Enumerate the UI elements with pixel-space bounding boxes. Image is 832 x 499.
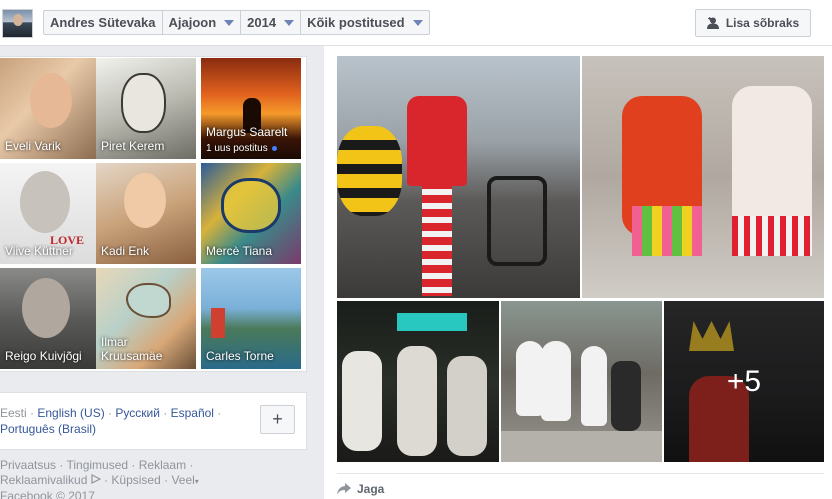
language-link-spanish[interactable]: Español: [171, 406, 214, 420]
profile-avatar[interactable]: [2, 9, 33, 38]
language-link-portuguese[interactable]: Português (Brasil): [0, 422, 96, 436]
friend-photo: [30, 73, 72, 128]
add-friend-button[interactable]: Lisa sõbraks: [695, 9, 811, 37]
friend-tile[interactable]: LOVE Viive Küttner: [0, 163, 100, 264]
add-friend-label: Lisa sõbraks: [725, 16, 800, 30]
post-photo[interactable]: [582, 56, 824, 298]
footer-copyright: Facebook © 2017: [0, 489, 95, 499]
crumb-label: Kõik postitused: [307, 15, 405, 30]
friend-photo: [121, 73, 166, 133]
friend-name: Reigo Kuivjõgi: [5, 349, 82, 363]
photo-figure-costume: [581, 346, 607, 426]
chevron-down-icon: [224, 19, 235, 26]
photo-sign-light: [397, 313, 467, 331]
current-language: Eesti: [0, 406, 27, 420]
photo-figure-astronaut: [397, 346, 437, 456]
ad-choices-icon: [91, 474, 102, 484]
friend-name: Carles Torne: [206, 349, 274, 363]
footer-links: Privaatsus · Tingimused · Reklaam · Rekl…: [0, 458, 310, 499]
photo-steps: [501, 431, 662, 462]
language-selector: Eesti · English (US) · Русский · Español…: [0, 392, 307, 450]
photo-figure-person: [611, 361, 641, 431]
crumb-posts-filter[interactable]: Kõik postitused: [301, 11, 429, 34]
photo-stroller: [487, 176, 547, 266]
friend-name: Ilmar: [101, 335, 128, 349]
friend-tile[interactable]: Reigo Kuivjõgi: [0, 268, 100, 369]
photo-figure-costume: [516, 341, 544, 416]
photo-figure-skirt: [632, 206, 702, 256]
chevron-down-icon: [412, 19, 423, 26]
friend-photo: [22, 278, 70, 338]
crumb-year[interactable]: 2014: [241, 11, 302, 34]
friend-tile[interactable]: Piret Kerem: [96, 58, 196, 159]
profile-header-bar: Andres Sütevaka Ajajoon 2014 Kõik postit…: [0, 0, 832, 46]
new-post-dot-icon: [271, 145, 277, 151]
friend-tile[interactable]: Ilmar Kruusamäe: [96, 268, 196, 369]
photo-figure-costume: [407, 96, 467, 186]
footer-link-ad-choices[interactable]: Reklaamivalikud: [0, 473, 87, 487]
more-languages-button[interactable]: +: [260, 405, 295, 434]
friend-photo: [211, 308, 225, 338]
footer-link-advertising[interactable]: Reklaam: [139, 458, 186, 472]
language-list: Eesti · English (US) · Русский · Español…: [0, 406, 222, 436]
friend-name: Viive Küttner: [5, 244, 73, 258]
friend-name-line2: Kruusamäe: [101, 349, 163, 363]
share-label: Jaga: [357, 482, 385, 496]
friends-grid: Eveli Varik Piret Kerem Margus Saarelt 1…: [0, 56, 307, 372]
new-posts-label: 1 uus postitus: [206, 143, 268, 154]
friend-name: Mercè Tiana: [206, 244, 273, 258]
footer-link-more[interactable]: Veel: [171, 473, 194, 487]
friend-tile[interactable]: Mercè Tiana: [201, 163, 301, 264]
photo-figure-astronaut: [447, 356, 487, 456]
friend-photo: [221, 178, 281, 233]
photo-bee-costume: [337, 126, 402, 216]
photo-figure-skirt: [732, 216, 812, 256]
post-photo-more[interactable]: +5: [664, 301, 824, 462]
post-actions: Jaga: [337, 473, 824, 499]
more-photos-overlay: +5: [664, 301, 824, 462]
photo-figure-astronaut: [342, 351, 382, 451]
footer-link-terms[interactable]: Tingimused: [66, 458, 128, 472]
friend-name: Eveli Varik: [5, 139, 61, 153]
language-link-english[interactable]: English (US): [37, 406, 104, 420]
friend-tile[interactable]: Carles Torne: [201, 268, 301, 369]
crumb-timeline[interactable]: Ajajoon: [163, 11, 242, 34]
share-arrow-icon: [337, 483, 351, 495]
photo-figure-costume: [541, 341, 571, 421]
footer-link-cookies[interactable]: Küpsised: [111, 473, 160, 487]
friend-name: Piret Kerem: [101, 139, 165, 153]
chevron-down-icon: ▾: [194, 477, 199, 486]
add-friend-icon: [706, 17, 719, 29]
breadcrumb: Andres Sütevaka Ajajoon 2014 Kõik postit…: [43, 10, 430, 35]
more-photos-count: +5: [726, 364, 762, 398]
friend-tile[interactable]: Margus Saarelt 1 uus postitus: [201, 58, 301, 159]
share-button[interactable]: Jaga: [337, 482, 384, 496]
friend-photo: [124, 173, 166, 228]
crumb-label: Andres Sütevaka: [50, 15, 156, 30]
post-photo[interactable]: [501, 301, 662, 462]
friend-photo: [20, 171, 70, 233]
friend-name: Margus Saarelt: [206, 125, 288, 139]
language-link-russian[interactable]: Русский: [115, 406, 160, 420]
crumb-label: 2014: [247, 15, 277, 30]
friend-tile[interactable]: Kadi Enk: [96, 163, 196, 264]
post-photo[interactable]: [337, 301, 499, 462]
crumb-profile-name[interactable]: Andres Sütevaka: [44, 11, 163, 34]
photo-figure-legs: [422, 181, 452, 296]
crumb-label: Ajajoon: [168, 15, 217, 30]
friend-tile[interactable]: Eveli Varik: [0, 58, 100, 159]
post-photo[interactable]: [337, 56, 580, 298]
friend-name: Kadi Enk: [101, 244, 150, 258]
friend-photo: [126, 283, 171, 318]
footer-link-privacy[interactable]: Privaatsus: [0, 458, 56, 472]
plus-icon: +: [272, 409, 283, 429]
chevron-down-icon: [284, 19, 295, 26]
